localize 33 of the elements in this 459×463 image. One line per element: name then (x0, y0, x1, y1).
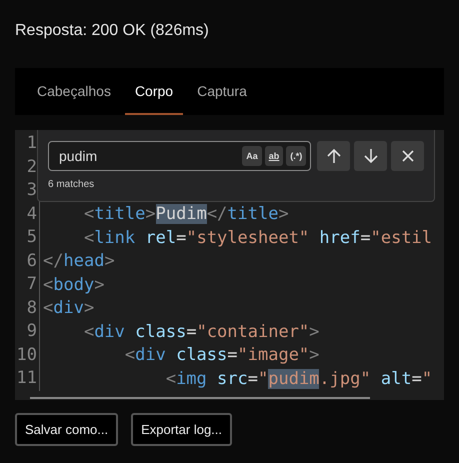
line-number: 5 (15, 226, 40, 250)
previous-match-button[interactable] (317, 141, 350, 171)
search-field[interactable]: pudim Aa ab (.*) (48, 141, 312, 171)
code-line: <link rel="stylesheet" href="estil (82, 228, 432, 248)
code-line: <img src="pudim.jpg" alt=" (164, 368, 432, 389)
arrow-up-icon (324, 147, 343, 165)
match-count: 6 matches (47, 178, 96, 190)
code-line: <div> (42, 298, 94, 318)
line-number: 6 (15, 250, 40, 273)
action-button[interactable]: Salvar como... (15, 413, 118, 446)
arrow-down-icon (362, 147, 380, 165)
line-number: 8 (15, 296, 40, 320)
code-line: <div class="image"> (124, 345, 320, 366)
code-line: </head> (42, 251, 115, 272)
response-status: Resposta: 200 OK (826ms) (14, 21, 210, 41)
code-line: <title>Pudim</title> (82, 204, 289, 224)
line-number: 10 (15, 344, 40, 367)
search-option-toggle[interactable]: (.*) (286, 146, 306, 166)
line-number: 7 (15, 273, 40, 296)
line-number: 11 (15, 367, 40, 390)
search-option-toggle[interactable]: ab (264, 146, 284, 166)
next-match-button[interactable] (354, 141, 388, 171)
search-option-toggle[interactable]: Aa (242, 146, 262, 166)
close-button[interactable] (391, 141, 424, 171)
tab[interactable]: Cabeçalhos (27, 68, 121, 115)
code-line: <div class="container"> (82, 322, 320, 342)
line-number: 4 (15, 202, 40, 226)
scrollbar[interactable] (30, 397, 370, 399)
action-button[interactable]: Exportar log... (131, 413, 232, 446)
line-number: 9 (15, 320, 40, 344)
tab[interactable]: Captura (187, 68, 257, 115)
tab[interactable]: Corpo (124, 68, 184, 115)
code-line: <body> (42, 274, 104, 295)
